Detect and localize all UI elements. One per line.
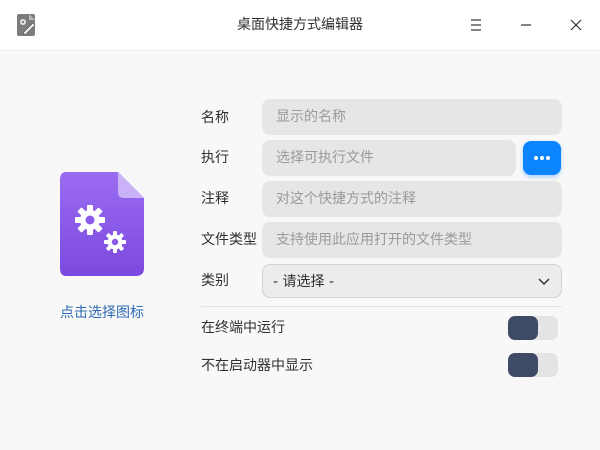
minimize-button[interactable] [514,13,538,37]
hide-in-launcher-label: 不在启动器中显示 [201,358,313,374]
minimize-icon [521,24,531,26]
name-input[interactable] [262,99,562,135]
mime-type-input[interactable] [262,222,562,258]
section-divider [201,306,562,307]
choose-icon-link[interactable]: 点击选择图标 [40,302,164,322]
menu-button[interactable] [464,13,488,37]
exec-input[interactable] [262,140,516,176]
window-title: 桌面快捷方式编辑器 [237,17,363,33]
toggle-knob [508,316,538,340]
close-button[interactable] [564,13,588,37]
hide-in-launcher-toggle[interactable] [508,353,558,377]
exec-label: 执行 [201,150,229,166]
toggle-knob [508,353,538,377]
gears-document-icon[interactable] [58,170,146,278]
category-label: 类别 [201,273,229,289]
more-horizontal-icon [534,156,550,160]
category-select[interactable]: - 请选择 - [262,264,562,298]
comment-input[interactable] [262,181,562,217]
run-in-terminal-toggle[interactable] [508,316,558,340]
name-label: 名称 [201,110,229,126]
comment-label: 注释 [201,191,229,207]
mime-type-label: 文件类型 [201,232,257,248]
close-icon [570,19,582,31]
browse-exec-button[interactable] [523,141,561,175]
title-bar: 桌面快捷方式编辑器 [0,0,600,51]
run-in-terminal-label: 在终端中运行 [201,320,285,336]
chevron-down-icon [538,278,550,286]
hamburger-menu-icon [471,19,481,31]
category-selected-value: - 请选择 - [273,274,335,290]
